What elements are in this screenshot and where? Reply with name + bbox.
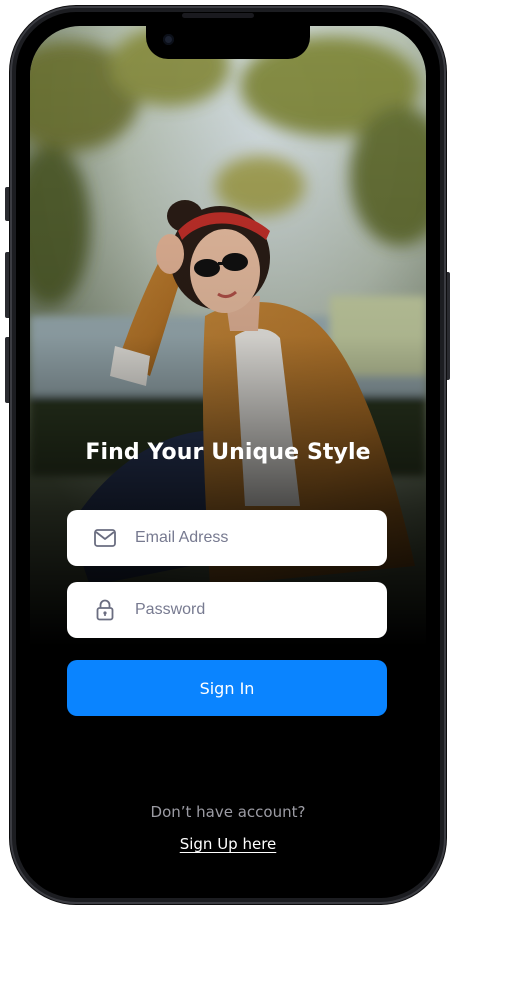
notch bbox=[146, 26, 310, 59]
mail-icon bbox=[93, 526, 117, 550]
page-title: Find Your Unique Style bbox=[85, 440, 371, 465]
stage: Find Your Unique Style Email Adress Sign… bbox=[0, 0, 524, 987]
lock-icon bbox=[93, 598, 117, 622]
sign-in-button[interactable]: Sign In bbox=[67, 660, 387, 716]
camera-icon bbox=[163, 34, 174, 45]
sign-up-link[interactable]: Sign Up here bbox=[30, 835, 426, 853]
email-field-container[interactable] bbox=[67, 510, 387, 566]
phone-frame: Find Your Unique Style Email Adress Sign… bbox=[10, 6, 446, 904]
signup-prompt: Don’t have account? bbox=[150, 803, 306, 821]
earpiece-speaker bbox=[182, 13, 254, 18]
password-input[interactable] bbox=[133, 600, 357, 620]
login-screen: Find Your Unique Style Email Adress Sign… bbox=[30, 26, 426, 884]
password-field-container[interactable] bbox=[67, 582, 387, 638]
email-input[interactable] bbox=[133, 528, 357, 548]
